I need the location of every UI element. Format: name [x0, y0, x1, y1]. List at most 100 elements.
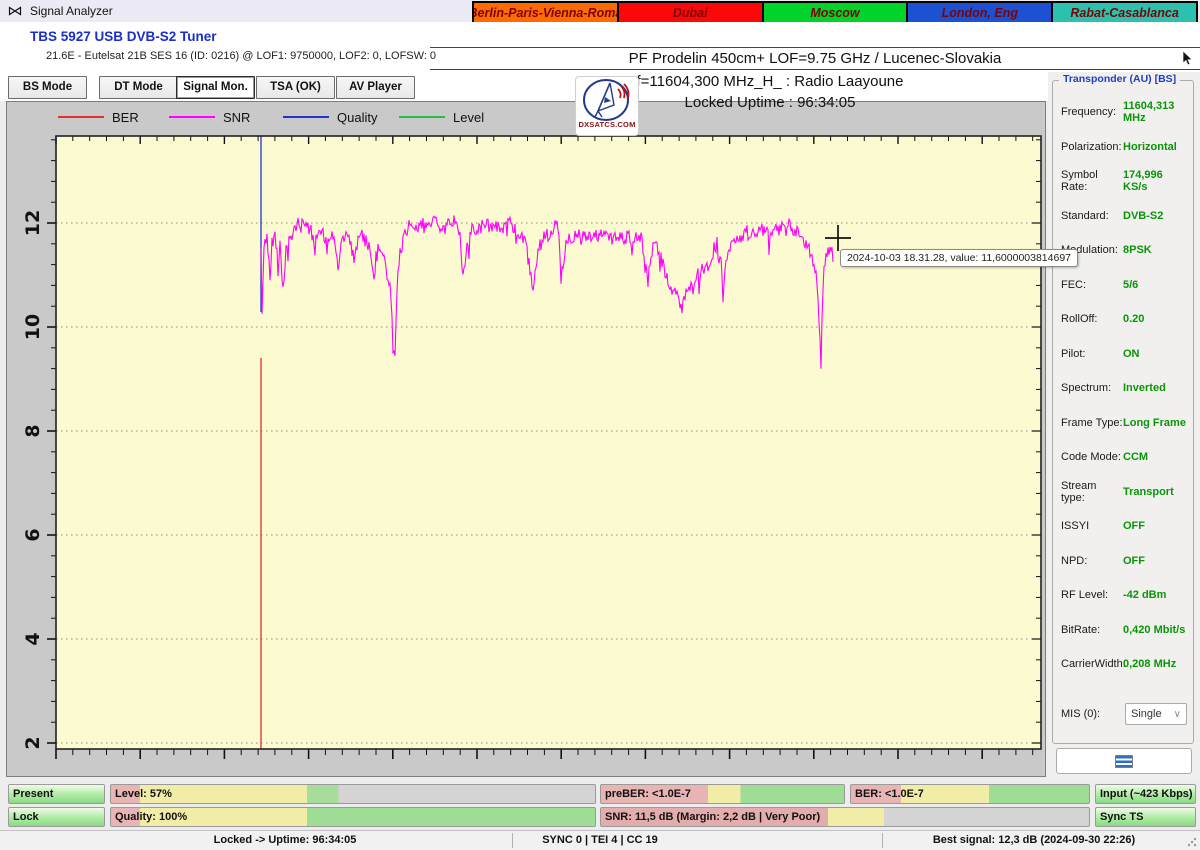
param-label: Frequency: — [1061, 106, 1123, 118]
transponder-row-rf-level-: RF Level:-42 dBm — [1061, 578, 1189, 613]
chevron-down-icon: ∨ — [1174, 709, 1181, 720]
tuner-title: TBS 5927 USB DVB-S2 Tuner — [30, 29, 217, 44]
logo-text: DXSATCS.COM — [578, 120, 635, 129]
quality-indicator-bar: Quality: 100% — [110, 807, 596, 827]
legend-label: Level — [453, 110, 484, 125]
transponder-row-modulation-: Modulation:8PSK — [1061, 233, 1189, 268]
resize-grip[interactable] — [1187, 837, 1197, 847]
tab-bs-mode[interactable]: BS Mode — [8, 76, 87, 99]
input-indicator-bar: Input (~423 Kbps) — [1095, 784, 1196, 804]
mis-selected-value: Single — [1131, 708, 1162, 720]
param-value: Long Frame — [1123, 417, 1186, 429]
tab-av-player[interactable]: AV Player — [336, 76, 415, 99]
param-value: CCM — [1123, 451, 1148, 463]
mis-dropdown[interactable]: Single ∨ — [1125, 703, 1187, 725]
param-label: Symbol Rate: — [1061, 169, 1123, 193]
param-label: Spectrum: — [1061, 382, 1123, 394]
param-label: Code Mode: — [1061, 451, 1123, 463]
app-icon — [8, 4, 22, 18]
level-indicator-bar: Level: 57% — [110, 784, 596, 804]
title-bar: Signal Analyzer — [0, 0, 472, 22]
statusbar-section-2: SYNC 0 | TEI 4 | CC 19 — [490, 834, 710, 846]
param-value: OFF — [1123, 520, 1145, 532]
dish-info-line: PF Prodelin 450cm+ LOF=9.75 GHz / Lucene… — [430, 47, 1200, 70]
statusbar-separator — [512, 833, 513, 848]
param-value: -42 dBm — [1123, 589, 1166, 601]
signal-chart[interactable]: BERSNRQualityLevel 24681012 2024-10-03 1… — [6, 101, 1046, 777]
clock-city-label: Dubai — [619, 3, 762, 24]
transponder-row-frequency-: Frequency:11604,313 MHz — [1061, 95, 1189, 130]
transponder-row-rolloff-: RollOff:0.20 — [1061, 302, 1189, 337]
svg-text:4: 4 — [22, 632, 44, 645]
legend-label: BER — [112, 110, 139, 125]
window-title: Signal Analyzer — [30, 4, 113, 18]
statusbar-section-1: Locked -> Uptime: 96:34:05 — [85, 834, 485, 846]
signal-analyzer-window: Signal Analyzer Berlin-Paris-Vienna-Roma… — [0, 0, 1200, 850]
tab-tsa-ok-[interactable]: TSA (OK) — [256, 76, 335, 99]
param-label: Polarization: — [1061, 141, 1123, 153]
param-label: FEC: — [1061, 279, 1123, 291]
legend-swatch — [169, 116, 215, 119]
transponder-row-polarization-: Polarization:Horizontal — [1061, 130, 1189, 165]
legend-label: Quality — [337, 110, 377, 125]
preber-indicator-bar: preBER: <1.0E-7 — [600, 784, 845, 804]
param-value: 11604,313 MHz — [1123, 100, 1189, 124]
param-value: 0,420 Mbit/s — [1123, 624, 1185, 636]
stream-list-button[interactable] — [1056, 748, 1192, 774]
param-value: OFF — [1123, 555, 1145, 567]
clock-city-label: Rabat-Casablanca — [1053, 3, 1196, 24]
transponder-row-bitrate-: BitRate:0,420 Mbit/s — [1061, 613, 1189, 648]
sync-indicator-bar: Sync TS — [1095, 807, 1196, 827]
svg-text:8: 8 — [22, 424, 44, 437]
mis-row: MIS (0): Single ∨ — [1061, 703, 1187, 725]
tab-signal-mon-[interactable]: Signal Mon. — [176, 76, 255, 99]
snr-indicator-bar: SNR: 11,5 dB (Margin: 2,2 dB | Very Poor… — [600, 807, 1090, 827]
transponder-row-npd-: NPD:OFF — [1061, 544, 1189, 579]
present-indicator-bar: Present — [8, 784, 105, 804]
transponder-row-pilot-: Pilot:ON — [1061, 337, 1189, 372]
param-value: 0.20 — [1123, 313, 1144, 325]
param-label: Pilot: — [1061, 348, 1123, 360]
transponder-panel: Transponder (AU) [BS] Frequency:11604,31… — [1048, 72, 1200, 780]
ber-indicator-bar: BER: <1.0E-7 — [850, 784, 1090, 804]
transponder-row-code-mode-: Code Mode:CCM — [1061, 440, 1189, 475]
clock-city-label: London, Eng — [908, 3, 1051, 24]
legend-item-ber: BER — [58, 109, 139, 125]
transponder-row-spectrum-: Spectrum:Inverted — [1061, 371, 1189, 406]
chart-plot-area[interactable]: 2 4 6 8 10 12 — [7, 102, 1047, 778]
param-value: 174,996 KS/s — [1123, 169, 1189, 193]
clock-city-label: Berlin-Paris-Vienna-Roma — [474, 3, 617, 24]
clock-city-label: Moscow — [764, 3, 907, 24]
param-value: 5/6 — [1123, 279, 1138, 291]
svg-text:2: 2 — [22, 736, 44, 749]
transponder-row-symbol-rate-: Symbol Rate:174,996 KS/s — [1061, 164, 1189, 199]
svg-text:12: 12 — [22, 210, 44, 236]
transponder-groupbox: Transponder (AU) [BS] Frequency:11604,31… — [1052, 80, 1194, 744]
param-label: Stream type: — [1061, 480, 1123, 504]
tab-dt-mode[interactable]: DT Mode — [99, 76, 178, 99]
lock-indicator-bar: Lock — [8, 807, 105, 827]
param-label: CarrierWidth: — [1061, 658, 1123, 670]
param-label: Standard: — [1061, 210, 1123, 222]
svg-text:10: 10 — [22, 314, 44, 340]
transponder-row-standard-: Standard:DVB-S2 — [1061, 199, 1189, 234]
stream-list-icon — [1115, 755, 1133, 768]
statusbar-section-3: Best signal: 12,3 dB (2024-09-30 22:26) — [884, 834, 1184, 846]
mis-label: MIS (0): — [1061, 708, 1123, 720]
param-value: Inverted — [1123, 382, 1166, 394]
transponder-rows: Frequency:11604,313 MHzPolarization:Hori… — [1061, 95, 1189, 682]
legend-swatch — [283, 116, 329, 119]
param-label: ISSYI — [1061, 520, 1123, 532]
param-value: ON — [1123, 348, 1140, 360]
transponder-row-issyi: ISSYIOFF — [1061, 509, 1189, 544]
mouse-cursor-icon — [1182, 50, 1194, 71]
transponder-row-carrierwidth-: CarrierWidth:0,208 MHz — [1061, 647, 1189, 682]
tuner-subtitle: 21.6E - Eutelsat 21B SES 16 (ID: 0216) @… — [46, 50, 436, 62]
frequency-service-line: f=11604,300 MHz_H_ : Radio Laayoune — [470, 73, 1070, 90]
param-value: 8PSK — [1123, 244, 1152, 256]
transponder-row-stream-type-: Stream type:Transport — [1061, 475, 1189, 510]
param-label: Frame Type: — [1061, 417, 1123, 429]
legend-item-snr: SNR — [169, 109, 250, 125]
legend-label: SNR — [223, 110, 250, 125]
svg-text:6: 6 — [22, 528, 44, 541]
